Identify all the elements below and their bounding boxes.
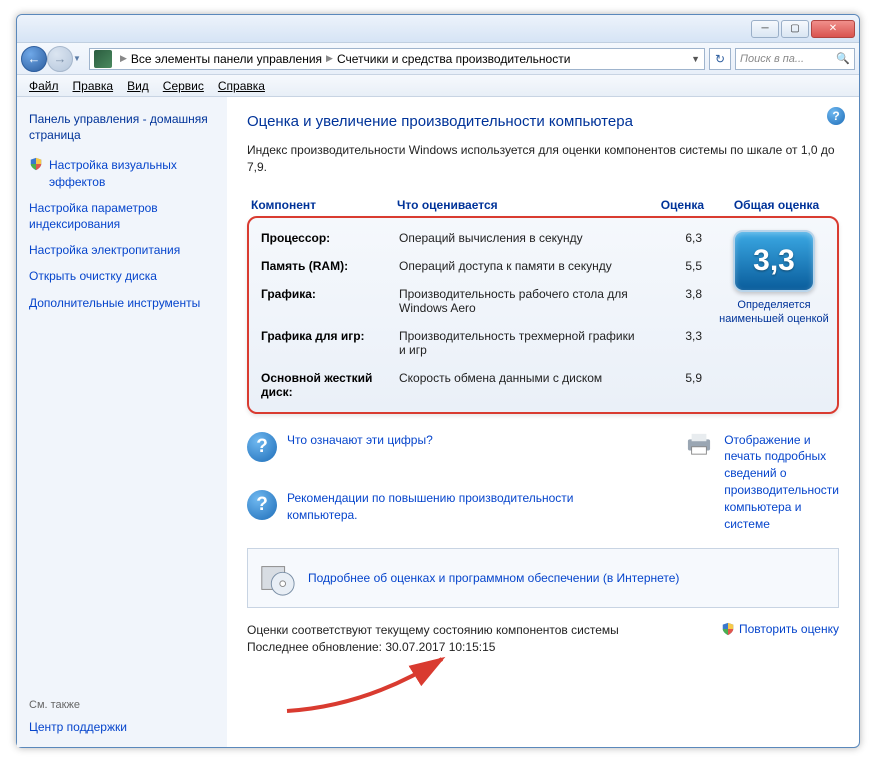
- software-icon: [258, 559, 296, 597]
- window-body: Панель управления - домашняя страница На…: [17, 97, 859, 747]
- sidebar-home-link[interactable]: Панель управления - домашняя страница: [29, 111, 215, 143]
- navbar: ← → ▼ ▶ Все элементы панели управления ▶…: [17, 43, 859, 75]
- page-title: Оценка и увеличение производительности к…: [247, 113, 839, 130]
- sidebar-link-disk-cleanup[interactable]: Открыть очистку диска: [29, 268, 215, 284]
- shield-icon: [721, 622, 735, 636]
- breadcrumb-item-2[interactable]: Счетчики и средства производительности: [337, 52, 570, 66]
- menu-tools[interactable]: Сервис: [157, 77, 210, 95]
- sidebar-link-additional-tools[interactable]: Дополнительные инструменты: [29, 295, 215, 311]
- printer-icon: [684, 432, 714, 456]
- see-also-header: См. также: [29, 699, 215, 711]
- nav-forward-button[interactable]: →: [47, 46, 73, 72]
- link-print-details[interactable]: Отображение и печать подробных сведений …: [724, 432, 839, 533]
- shield-icon: [29, 157, 43, 171]
- link-what-numbers-mean[interactable]: Что означают эти цифры?: [287, 432, 433, 449]
- breadcrumb-item-1[interactable]: Все элементы панели управления: [131, 52, 322, 66]
- nav-history-dropdown[interactable]: ▼: [73, 54, 85, 63]
- minimize-button[interactable]: ─: [751, 20, 779, 38]
- question-icon: ?: [247, 432, 277, 462]
- breadcrumb-separator: ▶: [322, 53, 337, 64]
- breadcrumb[interactable]: ▶ Все элементы панели управления ▶ Счетч…: [89, 48, 705, 70]
- footer-text: Оценки соответствуют текущему состоянию …: [247, 622, 619, 656]
- header-score: Оценка: [654, 198, 714, 212]
- sidebar-link-power[interactable]: Настройка электропитания: [29, 242, 215, 258]
- intro-text: Индекс производительности Windows исполь…: [247, 142, 839, 176]
- header-base-score: Общая оценка: [714, 198, 839, 212]
- question-icon: ?: [247, 490, 277, 520]
- header-description: Что оценивается: [397, 198, 654, 212]
- row-gaming-graphics: Графика для игр: Производительность трех…: [249, 322, 837, 364]
- header-component: Компонент: [247, 198, 397, 212]
- close-button[interactable]: ✕: [811, 20, 855, 38]
- row-hard-disk: Основной жесткий диск: Скорость обмена д…: [249, 364, 837, 406]
- menu-view[interactable]: Вид: [121, 77, 155, 95]
- online-details-box: Подробнее об оценках и программном обесп…: [247, 548, 839, 608]
- breadcrumb-separator: ▶: [116, 53, 131, 64]
- refresh-button[interactable]: ↻: [709, 48, 731, 70]
- help-icon[interactable]: ?: [827, 107, 845, 125]
- titlebar: ─ ▢ ✕: [17, 15, 859, 43]
- sidebar: Панель управления - домашняя страница На…: [17, 97, 227, 747]
- menubar: Файл Правка Вид Сервис Справка: [17, 75, 859, 97]
- search-icon: 🔍: [836, 52, 850, 65]
- sidebar-link-visual-effects[interactable]: Настройка визуальных эффектов: [29, 157, 215, 189]
- control-panel-icon: [94, 50, 112, 68]
- menu-file[interactable]: Файл: [23, 77, 65, 95]
- base-score-box: 3,3 Определяется наименьшей оценкой: [719, 230, 829, 327]
- menu-edit[interactable]: Правка: [67, 77, 120, 95]
- rerun-assessment-link[interactable]: Повторить оценку: [721, 622, 839, 636]
- sidebar-link-indexing[interactable]: Настройка параметров индексирования: [29, 200, 215, 232]
- main-content: ? Оценка и увеличение производительности…: [227, 97, 859, 747]
- highlighted-box: Процессор: Операций вычисления в секунду…: [247, 216, 839, 414]
- link-online-details[interactable]: Подробнее об оценках и программном обесп…: [308, 570, 679, 587]
- sidebar-link-support-center[interactable]: Центр поддержки: [29, 719, 215, 735]
- control-panel-window: ─ ▢ ✕ ← → ▼ ▶ Все элементы панели управл…: [16, 14, 860, 748]
- menu-help[interactable]: Справка: [212, 77, 271, 95]
- search-input[interactable]: Поиск в па... 🔍: [735, 48, 855, 70]
- maximize-button[interactable]: ▢: [781, 20, 809, 38]
- link-performance-tips[interactable]: Рекомендации по повышению производительн…: [287, 490, 644, 524]
- base-score-caption: Определяется наименьшей оценкой: [719, 298, 829, 327]
- base-score-badge: 3,3: [733, 230, 815, 292]
- breadcrumb-dropdown[interactable]: ▼: [691, 54, 700, 64]
- nav-back-button[interactable]: ←: [21, 46, 47, 72]
- performance-table: Компонент Что оценивается Оценка Общая о…: [247, 194, 839, 414]
- search-placeholder: Поиск в па...: [740, 53, 804, 65]
